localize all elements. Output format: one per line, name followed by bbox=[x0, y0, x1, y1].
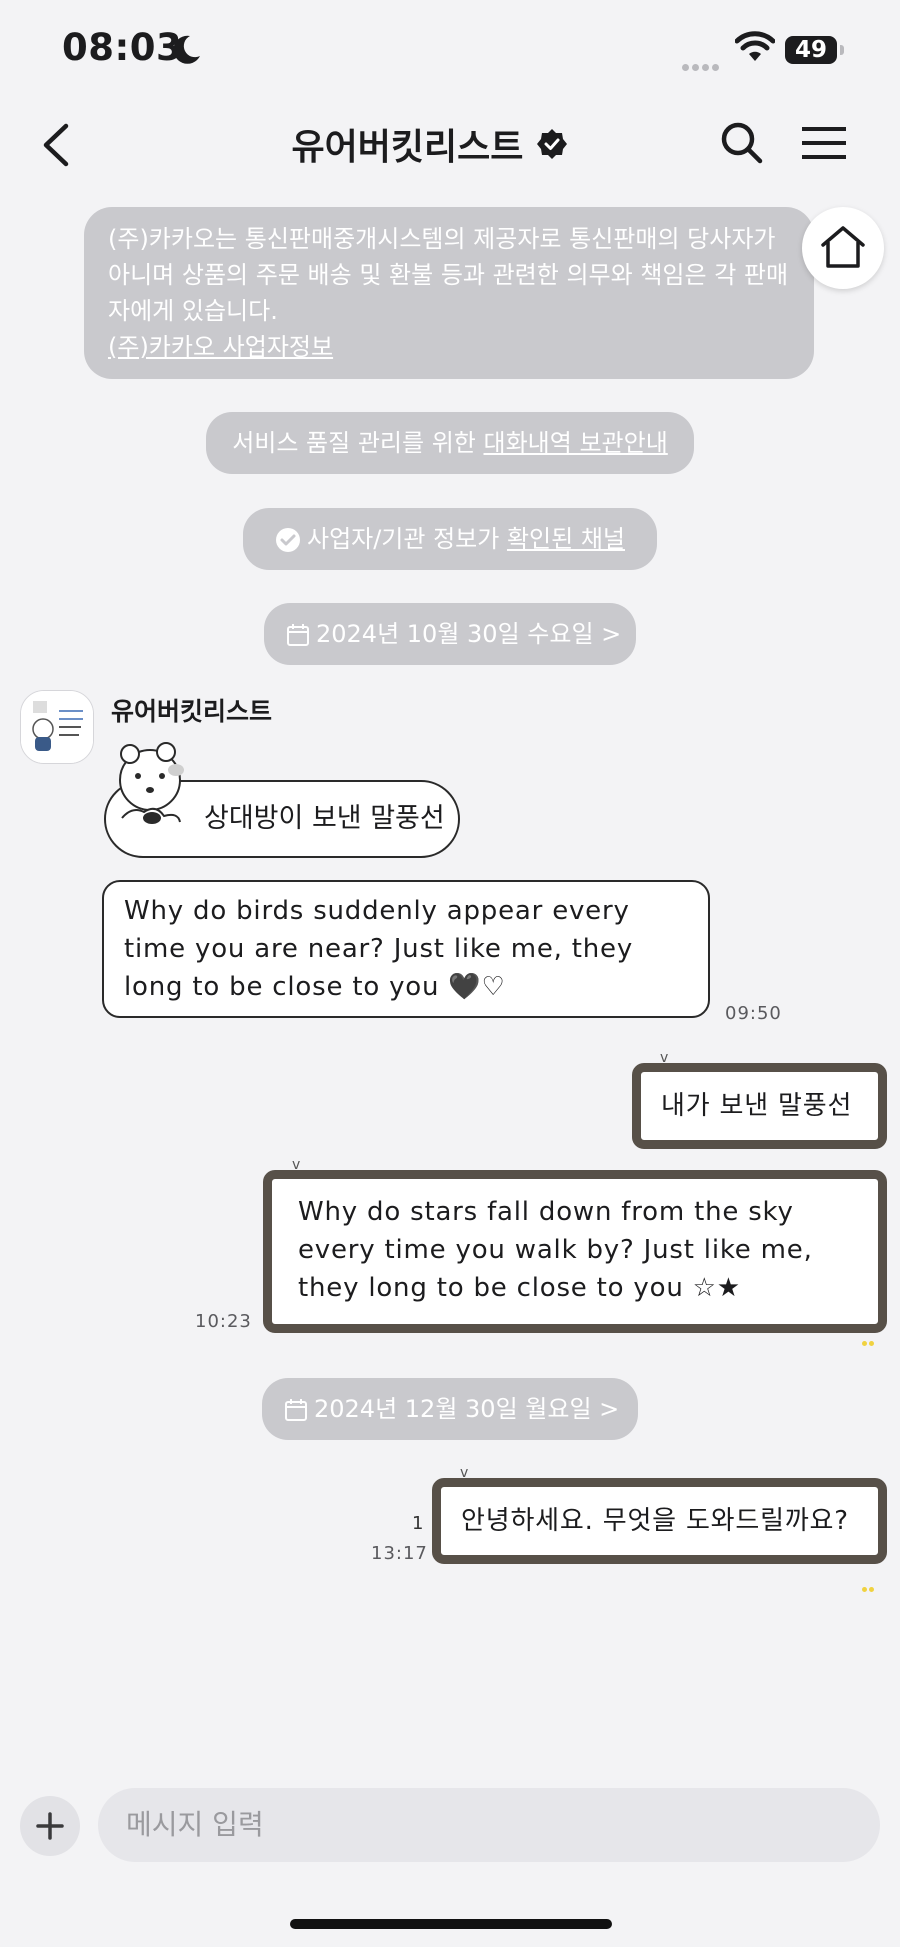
chat-title: 유어버킷리스트 bbox=[220, 118, 640, 170]
bubble-dots-icon bbox=[860, 1319, 876, 1346]
sent-message-text: 내가 보낸 말풍선 bbox=[661, 1091, 853, 1121]
avatar[interactable] bbox=[20, 690, 94, 764]
home-button[interactable] bbox=[802, 207, 884, 289]
message-time: 13:17 bbox=[371, 1543, 428, 1564]
verified-notice-link[interactable]: 확인된 채널 bbox=[507, 525, 625, 553]
back-icon[interactable] bbox=[36, 120, 76, 170]
moon-icon bbox=[173, 35, 200, 64]
battery-indicator: 49 bbox=[785, 36, 837, 64]
menu-icon[interactable] bbox=[800, 125, 848, 161]
date-divider[interactable]: 2024년 12월 30일 월요일 > bbox=[262, 1378, 638, 1440]
message-time: 10:23 bbox=[195, 1311, 252, 1332]
verified-channel-notice: 사업자/기관 정보가 확인된 채널 bbox=[243, 508, 657, 570]
bear-sticker-icon bbox=[119, 742, 184, 824]
message-time: 09:50 bbox=[725, 1003, 782, 1024]
check-circle-icon bbox=[275, 528, 300, 552]
legal-notice: (주)카카오는 통신판매중개시스템의 제공자로 통신판매의 당사자가 아니며 상… bbox=[84, 207, 814, 379]
home-indicator bbox=[290, 1919, 612, 1929]
sent-message-text: 안녕하세요. 무엇을 도와드릴까요? bbox=[461, 1506, 849, 1536]
sent-message[interactable]: Why do stars fall down from the sky ever… bbox=[263, 1170, 887, 1346]
sender-name: 유어버킷리스트 bbox=[111, 697, 273, 726]
home-icon bbox=[821, 226, 865, 268]
received-message[interactable]: Why do birds suddenly appear every time … bbox=[102, 880, 710, 1018]
date-divider-label: 2024년 12월 30일 월요일 > bbox=[314, 1395, 620, 1423]
sent-message[interactable]: 안녕하세요. 무엇을 도와드릴까요? bbox=[432, 1478, 887, 1592]
cellular-signal-icon bbox=[682, 56, 722, 75]
date-divider[interactable]: 2024년 10월 30일 수요일 > bbox=[264, 603, 636, 665]
bubble-dots-icon bbox=[860, 1135, 876, 1177]
plus-icon bbox=[36, 1812, 64, 1840]
business-info-link[interactable]: (주)카카오 사업자정보 bbox=[108, 329, 792, 365]
archive-notice-text: 서비스 품질 관리를 위한 bbox=[232, 429, 484, 457]
message-input[interactable]: 메시지 입력 bbox=[98, 1788, 880, 1862]
verified-notice-text: 사업자/기관 정보가 bbox=[306, 525, 507, 553]
status-time: 08:03 bbox=[62, 26, 183, 69]
calendar-icon bbox=[287, 624, 309, 646]
calendar-icon bbox=[285, 1399, 307, 1421]
bubble-dots-icon bbox=[860, 1550, 876, 1592]
verified-icon bbox=[537, 129, 568, 159]
legal-notice-text: (주)카카오는 통신판매중개시스템의 제공자로 통신판매의 당사자가 아니며 상… bbox=[108, 225, 789, 325]
wifi-icon bbox=[735, 31, 775, 61]
sent-message-text: Why do stars fall down from the sky ever… bbox=[298, 1197, 813, 1303]
attach-button[interactable] bbox=[20, 1796, 80, 1856]
channel-name: 유어버킷리스트 bbox=[291, 127, 524, 168]
search-icon[interactable] bbox=[718, 118, 766, 168]
archive-notice: 서비스 품질 관리를 위한 대화내역 보관안내 bbox=[206, 412, 694, 474]
battery-nub bbox=[840, 45, 844, 55]
sent-message[interactable]: 내가 보낸 말풍선 bbox=[632, 1063, 887, 1177]
archive-notice-link[interactable]: 대화내역 보관안내 bbox=[484, 429, 668, 457]
avatar-image bbox=[21, 691, 93, 763]
unread-count: 1 bbox=[412, 1513, 424, 1534]
date-divider-label: 2024년 10월 30일 수요일 > bbox=[316, 620, 622, 648]
